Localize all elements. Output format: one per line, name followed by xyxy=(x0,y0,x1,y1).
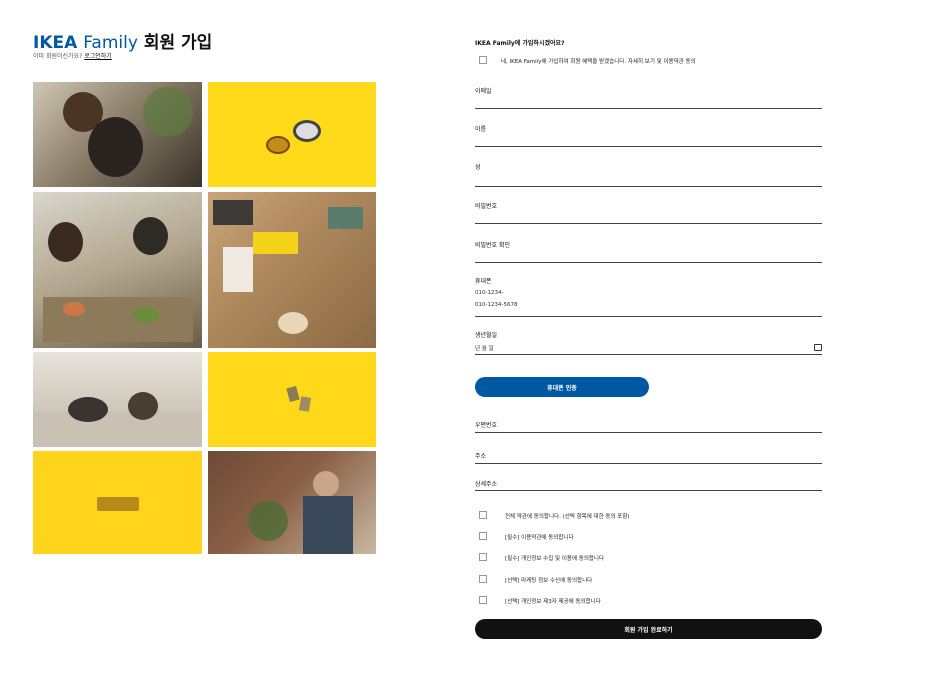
login-prompt: 이미 회원이신가요? 로그인하기 xyxy=(33,51,112,60)
address-detail-field[interactable] xyxy=(475,477,822,491)
photo-living-room xyxy=(33,352,202,447)
password-field[interactable] xyxy=(475,203,822,224)
signup-form: IKEA Family에 가입하시겠어요? 네, IKEA Family에 가입… xyxy=(475,0,915,680)
first-name-field[interactable] xyxy=(475,126,822,147)
phone-field[interactable] xyxy=(475,278,822,317)
brand-family: Family xyxy=(83,33,138,53)
join-checkbox-label: 네, IKEA Family에 가입하여 회원 혜택을 받겠습니다. 자세히 보… xyxy=(501,59,696,65)
submit-button[interactable]: 회원 가입 완료하기 xyxy=(475,619,822,639)
photo-yellow-objects xyxy=(208,82,376,187)
photo-yellow-dice xyxy=(208,352,376,447)
address-field[interactable] xyxy=(475,449,822,464)
phone-verify-button[interactable]: 휴대폰 인증 xyxy=(475,377,649,397)
email-field[interactable] xyxy=(475,88,822,109)
consent-privacy-checkbox[interactable] xyxy=(479,553,487,561)
login-link[interactable]: 로그인하기 xyxy=(84,53,112,60)
page-title: IKEA Family 회원 가입 xyxy=(33,28,212,53)
password-confirm-field[interactable] xyxy=(475,242,822,263)
join-checkbox[interactable] xyxy=(479,56,487,64)
title-signup: 회원 가입 xyxy=(143,33,213,53)
consent-terms-checkbox[interactable] xyxy=(479,532,487,540)
photo-yellow-logo xyxy=(33,451,202,554)
last-name-field[interactable] xyxy=(475,164,822,187)
postcode-field[interactable] xyxy=(475,418,822,433)
photo-man-with-plants xyxy=(208,451,376,554)
brand-ikea: IKEA xyxy=(33,33,78,53)
consent-all-label: 전체 약관에 동의합니다. (선택 항목에 대한 동의 포함) xyxy=(505,514,630,520)
photo-people-dining xyxy=(33,192,202,348)
consent-third-party-label: [선택] 개인정보 제3자 제공에 동의합니다 xyxy=(505,599,601,605)
calendar-icon[interactable] xyxy=(814,344,822,351)
family-question: IKEA Family에 가입하시겠어요? xyxy=(475,40,565,47)
consent-terms-label: [필수] 이용약관에 동의합니다 xyxy=(505,535,574,541)
photo-people-relaxing xyxy=(33,82,202,187)
consent-all-checkbox[interactable] xyxy=(479,511,487,519)
image-collage xyxy=(33,82,376,554)
consent-third-party-checkbox[interactable] xyxy=(479,596,487,604)
birthdate-field[interactable] xyxy=(475,332,822,355)
consent-marketing-checkbox[interactable] xyxy=(479,575,487,583)
photo-craft-table xyxy=(208,192,376,348)
login-prompt-text: 이미 회원이신가요? xyxy=(33,53,83,60)
consent-marketing-label: [선택] 마케팅 정보 수신에 동의합니다 xyxy=(505,578,593,584)
consent-privacy-label: [필수] 개인정보 수집 및 이용에 동의합니다 xyxy=(505,556,605,562)
